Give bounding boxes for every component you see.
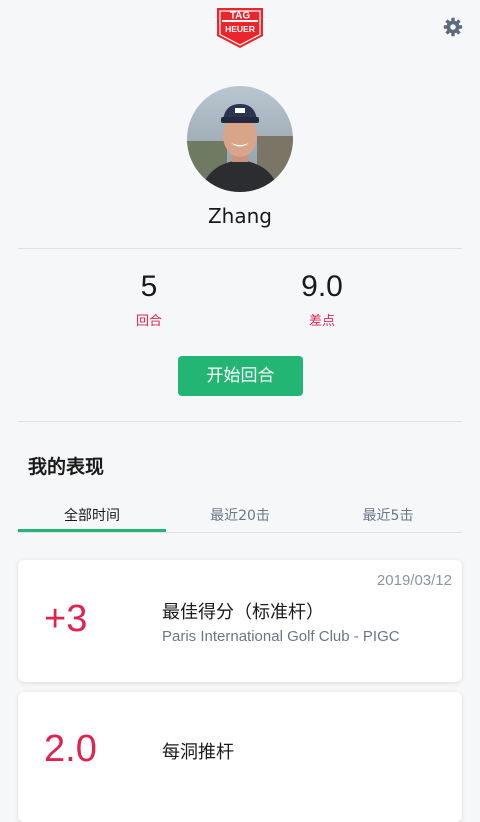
rounds-value: 5 <box>140 270 158 303</box>
card-title: 每洞推杆 <box>162 742 234 763</box>
best-score-card[interactable]: 2019/03/12 +3 最佳得分（标准杆） Paris Internatio… <box>18 560 462 682</box>
logo-text-bottom: HEUER <box>225 24 255 34</box>
avatar[interactable] <box>187 86 293 192</box>
user-name: Zhang <box>207 204 272 228</box>
performance-tabs: 全部时间 最近20击 最近5击 <box>18 500 462 533</box>
divider <box>18 421 462 422</box>
logo-text-top: TAG <box>230 11 251 22</box>
tab-all-time[interactable]: 全部时间 <box>18 500 166 532</box>
tab-last-5[interactable]: 最近5击 <box>314 500 462 532</box>
putts-per-hole-card[interactable]: 2.0 每洞推杆 <box>18 692 462 822</box>
card-title: 最佳得分（标准杆） <box>162 602 324 623</box>
divider <box>18 248 462 249</box>
card-value: +3 <box>44 598 88 640</box>
section-title: 我的表现 <box>28 456 105 478</box>
start-round-button[interactable]: 开始回合 <box>178 356 303 396</box>
tab-active-indicator <box>18 529 166 532</box>
card-value: 2.0 <box>44 728 97 770</box>
card-subtitle: Paris International Golf Club - PIGC <box>162 628 400 645</box>
card-date: 2019/03/12 <box>376 572 452 589</box>
handicap-value: 9.0 <box>301 270 343 303</box>
gear-icon[interactable] <box>443 17 463 37</box>
rounds-label: 回合 <box>135 314 162 329</box>
tab-last-20[interactable]: 最近20击 <box>166 500 314 532</box>
tag-heuer-logo: TAG HEUER <box>215 6 265 50</box>
handicap-label: 差点 <box>308 314 335 329</box>
